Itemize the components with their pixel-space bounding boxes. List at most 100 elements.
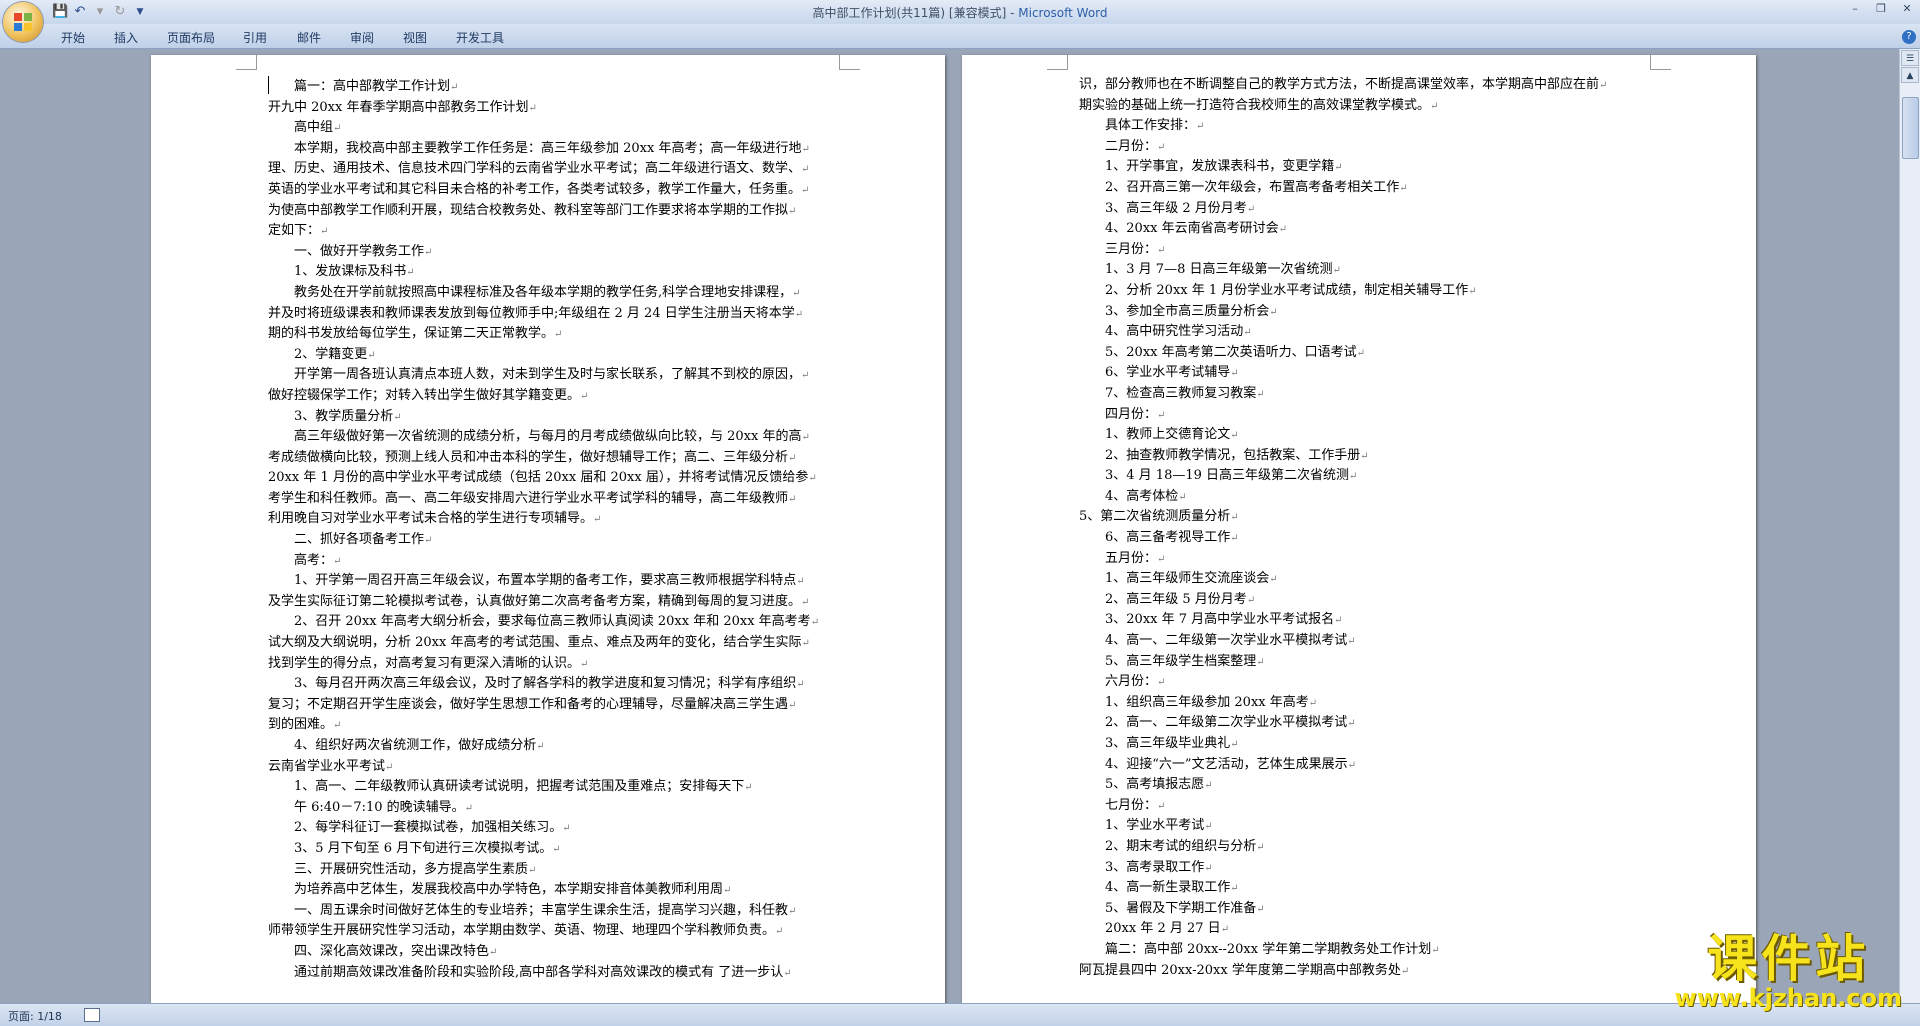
- document-area[interactable]: 篇一：高中部教学工作计划↵ 开九中 20xx 年春季学期高中部教务工作计划↵ 高中组…: [0, 49, 1900, 1003]
- paragraph-line[interactable]: 5、第二次省统测质量分析↵: [1079, 507, 1607, 528]
- paragraph-line[interactable]: 3、高考录取工作↵: [1079, 858, 1607, 879]
- paragraph-line[interactable]: 开九中 20xx 年春季学期高中部教务工作计划↵: [268, 98, 819, 119]
- paragraph-line[interactable]: 3、每月召开两次高三年级会议，及时了解各学科的教学进度和复习情况；科学有序组织↵: [268, 674, 819, 695]
- paragraph-line[interactable]: 二月份：↵: [1079, 137, 1607, 158]
- paragraph-line[interactable]: 1、教师上交德育论文↵: [1079, 425, 1607, 446]
- page-1-text[interactable]: 篇一：高中部教学工作计划↵ 开九中 20xx 年春季学期高中部教务工作计划↵ 高中组…: [268, 77, 819, 983]
- paragraph-line[interactable]: 2、高一、二年级第二次学业水平模拟考试↵: [1079, 713, 1607, 734]
- paragraph-line[interactable]: 3、20xx 年 7 月高中学业水平考试报名↵: [1079, 610, 1607, 631]
- paragraph-line[interactable]: 1、学业水平考试↵: [1079, 816, 1607, 837]
- paragraph-line[interactable]: 5、20xx 年高考第二次英语听力、口语考试↵: [1079, 343, 1607, 364]
- paragraph-line[interactable]: 考学生和科任教师。高一、高二年级安排周六进行学业水平考试学科的辅导，高二年级教师…: [268, 489, 819, 510]
- paragraph-line[interactable]: 考成绩做横向比较，预测上线人员和冲击本科的学生，做好想辅导工作；高二、三年级分析…: [268, 448, 819, 469]
- paragraph-line[interactable]: 阿瓦提县四中 20xx-20xx 学年度第二学期高中部教务处↵: [1079, 961, 1607, 982]
- tab-view[interactable]: 视图: [403, 29, 427, 46]
- paragraph-line[interactable]: 一、做好开学教务工作↵: [268, 242, 819, 263]
- paragraph-line[interactable]: 高三年级做好第一次省统测的成绩分析，与每月的月考成绩做纵向比较，与 20xx 年…: [268, 427, 819, 448]
- paragraph-line[interactable]: 2、学籍变更↵: [268, 345, 819, 366]
- paragraph-line[interactable]: 1、发放课标及科书↵: [268, 262, 819, 283]
- paragraph-line[interactable]: 具体工作安排：↵: [1079, 116, 1607, 137]
- paragraph-line[interactable]: 篇二：高中部 20xx--20xx 学年第二学期教务处工作计划↵: [1079, 940, 1607, 961]
- paragraph-line[interactable]: 做好控辍保学工作；对转入转出学生做好其学籍变更。↵: [268, 386, 819, 407]
- paragraph-line[interactable]: 3、教学质量分析↵: [268, 407, 819, 428]
- paragraph-line[interactable]: 本学期，我校高中部主要教学工作任务是：高三年级参加 20xx 年高考；高一年级进…: [268, 139, 819, 160]
- paragraph-line[interactable]: 英语的学业水平考试和其它科目未合格的补考工作，各类考试较多，教学工作量大，任务重…: [268, 180, 819, 201]
- tab-insert[interactable]: 插入: [114, 29, 138, 46]
- paragraph-line[interactable]: 三、开展研究性活动，多方提高学生素质↵: [268, 860, 819, 881]
- page-2-text[interactable]: 识，部分教师也在不断调整自己的教学方式方法，不断提高课堂效率，本学期高中部应在前…: [1079, 75, 1607, 981]
- paragraph-line[interactable]: 四、深化高效课改，突出课改特色↵: [268, 942, 819, 963]
- paragraph-line[interactable]: 1、开学事宜，发放课表科书，变更学籍↵: [1079, 157, 1607, 178]
- paragraph-line[interactable]: 2、召开 20xx 年高考大纲分析会，要求每位高三教师认真阅读 20xx 年和 …: [268, 612, 819, 633]
- paragraph-line[interactable]: 高考：↵: [268, 551, 819, 572]
- paragraph-line[interactable]: 理、历史、通用技术、信息技术四门学科的云南省学业水平考试；高二年级进行语文、数学…: [268, 159, 819, 180]
- paragraph-line[interactable]: 到的困难。↵: [268, 715, 819, 736]
- document-page-1[interactable]: 篇一：高中部教学工作计划↵ 开九中 20xx 年春季学期高中部教务工作计划↵ 高中组…: [151, 55, 945, 1003]
- paragraph-line[interactable]: 4、组织好两次省统测工作，做好成绩分析↵: [268, 736, 819, 757]
- paragraph-line[interactable]: 20xx 年 1 月份的高中学业水平考试成绩（包括 20xx 届和 20xx 届…: [268, 468, 819, 489]
- paragraph-line[interactable]: 3、高三年级 2 月份月考↵: [1079, 199, 1607, 220]
- paragraph-line[interactable]: 3、高三年级毕业典礼↵: [1079, 734, 1607, 755]
- tab-mailings[interactable]: 邮件: [297, 29, 321, 46]
- paragraph-line[interactable]: 4、高考体检↵: [1079, 487, 1607, 508]
- paragraph-line[interactable]: 2、高三年级 5 月份月考↵: [1079, 590, 1607, 611]
- paragraph-line[interactable]: 3、4 月 18—19 日高三年级第二次省统测↵: [1079, 466, 1607, 487]
- scroll-thumb[interactable]: [1902, 97, 1919, 159]
- paragraph-line[interactable]: 五月份：↵: [1079, 549, 1607, 570]
- paragraph-line[interactable]: 4、高一新生录取工作↵: [1079, 878, 1607, 899]
- paragraph-line[interactable]: 教务处在开学前就按照高中课程标准及各年级本学期的教学任务,科学合理地安排课程，↵: [268, 283, 819, 304]
- paragraph-line[interactable]: 1、高一、二年级教师认真研读考试说明，把握考试范围及重难点；安排每天下↵: [268, 777, 819, 798]
- page-number-status[interactable]: 页面: 1/18: [8, 1008, 62, 1024]
- paragraph-line[interactable]: 通过前期高效课改准备阶段和实验阶段,高中部各学科对高效课改的模式有 了进一步认↵: [268, 963, 819, 984]
- paragraph-line[interactable]: 5、高考填报志愿↵: [1079, 775, 1607, 796]
- paragraph-line[interactable]: 利用晚自习对学业水平考试未合格的学生进行专项辅导。↵: [268, 509, 819, 530]
- restore-icon[interactable]: ❐: [1868, 0, 1894, 18]
- paragraph-line[interactable]: 为使高中部教学工作顺利开展，现结合校教务处、教科室等部门工作要求将本学期的工作拟…: [268, 201, 819, 222]
- help-icon[interactable]: ?: [1902, 30, 1916, 44]
- paragraph-line[interactable]: 期的科书发放给每位学生，保证第二天正常教学。↵: [268, 324, 819, 345]
- proofing-icon[interactable]: [84, 1008, 100, 1022]
- paragraph-line[interactable]: 师带领学生开展研究性学习活动，本学期由数学、英语、物理、地理四个学科教师负责。↵: [268, 921, 819, 942]
- paragraph-line[interactable]: 并及时将班级课表和教师课表发放到每位教师手中;年级组在 2 月 24 日学生注册…: [268, 304, 819, 325]
- paragraph-line[interactable]: 5、高三年级学生档案整理↵: [1079, 652, 1607, 673]
- vertical-scrollbar[interactable]: ☰ ▲: [1899, 49, 1920, 1003]
- paragraph-line[interactable]: 2、抽查教师教学情况，包括教案、工作手册↵: [1079, 446, 1607, 467]
- paragraph-line[interactable]: 高中组↵: [268, 118, 819, 139]
- paragraph-line[interactable]: 六月份：↵: [1079, 672, 1607, 693]
- paragraph-line[interactable]: 20xx 年 2 月 27 日↵: [1079, 919, 1607, 940]
- paragraph-line[interactable]: 3、5 月下旬至 6 月下旬进行三次模拟考试。↵: [268, 839, 819, 860]
- paragraph-line[interactable]: 2、分析 20xx 年 1 月份学业水平考试成绩，制定相关辅导工作↵: [1079, 281, 1607, 302]
- paragraph-line[interactable]: 及学生实际征订第二轮模拟考试卷，认真做好第二次高考备考方案，精确到每周的复习进度…: [268, 592, 819, 613]
- paragraph-line[interactable]: 四月份：↵: [1079, 405, 1607, 426]
- paragraph-line[interactable]: 1、高三年级师生交流座谈会↵: [1079, 569, 1607, 590]
- paragraph-line[interactable]: 6、学业水平考试辅导↵: [1079, 363, 1607, 384]
- paragraph-line[interactable]: 5、暑假及下学期工作准备↵: [1079, 899, 1607, 920]
- paragraph-line[interactable]: 1、组织高三年级参加 20xx 年高考↵: [1079, 693, 1607, 714]
- paragraph-line[interactable]: 识，部分教师也在不断调整自己的教学方式方法，不断提高课堂效率，本学期高中部应在前…: [1079, 75, 1607, 96]
- paragraph-line[interactable]: 试大纲及大纲说明，分析 20xx 年高考的考试范围、重点、难点及两年的变化，结合…: [268, 633, 819, 654]
- tab-home[interactable]: 开始: [61, 29, 85, 46]
- paragraph-line[interactable]: 3、参加全市高三质量分析会↵: [1079, 302, 1607, 323]
- paragraph-line[interactable]: 4、高一、二年级第一次学业水平模拟考试↵: [1079, 631, 1607, 652]
- paragraph-line[interactable]: 6、高三备考视导工作↵: [1079, 528, 1607, 549]
- tab-developer[interactable]: 开发工具: [456, 29, 504, 46]
- paragraph-line[interactable]: 1、3 月 7—8 日高三年级第一次省统测↵: [1079, 260, 1607, 281]
- scroll-up-icon[interactable]: ▲: [1901, 67, 1919, 83]
- close-icon[interactable]: ✕: [1894, 0, 1920, 18]
- paragraph-line[interactable]: 午 6:40－7:10 的晚读辅导。↵: [268, 798, 819, 819]
- paragraph-line[interactable]: 开学第一周各班认真清点本班人数，对未到学生及时与家长联系，了解其不到校的原因，↵: [268, 365, 819, 386]
- tab-page-layout[interactable]: 页面布局: [167, 29, 215, 46]
- paragraph-line[interactable]: 4、迎接“六一”文艺活动，艺体生成果展示↵: [1079, 755, 1607, 776]
- paragraph-line[interactable]: 云南省学业水平考试↵: [268, 757, 819, 778]
- paragraph-line[interactable]: 4、高中研究性学习活动↵: [1079, 322, 1607, 343]
- paragraph-line[interactable]: 定如下：↵: [268, 221, 819, 242]
- paragraph-line[interactable]: 2、期末考试的组织与分析↵: [1079, 837, 1607, 858]
- paragraph-line[interactable]: 4、20xx 年云南省高考研讨会↵: [1079, 219, 1607, 240]
- ruler-toggle-icon[interactable]: ☰: [1901, 50, 1919, 66]
- paragraph-line[interactable]: 三月份：↵: [1079, 240, 1607, 261]
- document-page-2[interactable]: 识，部分教师也在不断调整自己的教学方式方法，不断提高课堂效率，本学期高中部应在前…: [962, 55, 1756, 1003]
- paragraph-line[interactable]: 为培养高中艺体生，发展我校高中办学特色，本学期安排音体美教师利用周↵: [268, 880, 819, 901]
- paragraph-line[interactable]: 七月份：↵: [1079, 796, 1607, 817]
- minimize-icon[interactable]: –: [1842, 0, 1868, 18]
- paragraph-line[interactable]: 2、召开高三第一次年级会，布置高考备考相关工作↵: [1079, 178, 1607, 199]
